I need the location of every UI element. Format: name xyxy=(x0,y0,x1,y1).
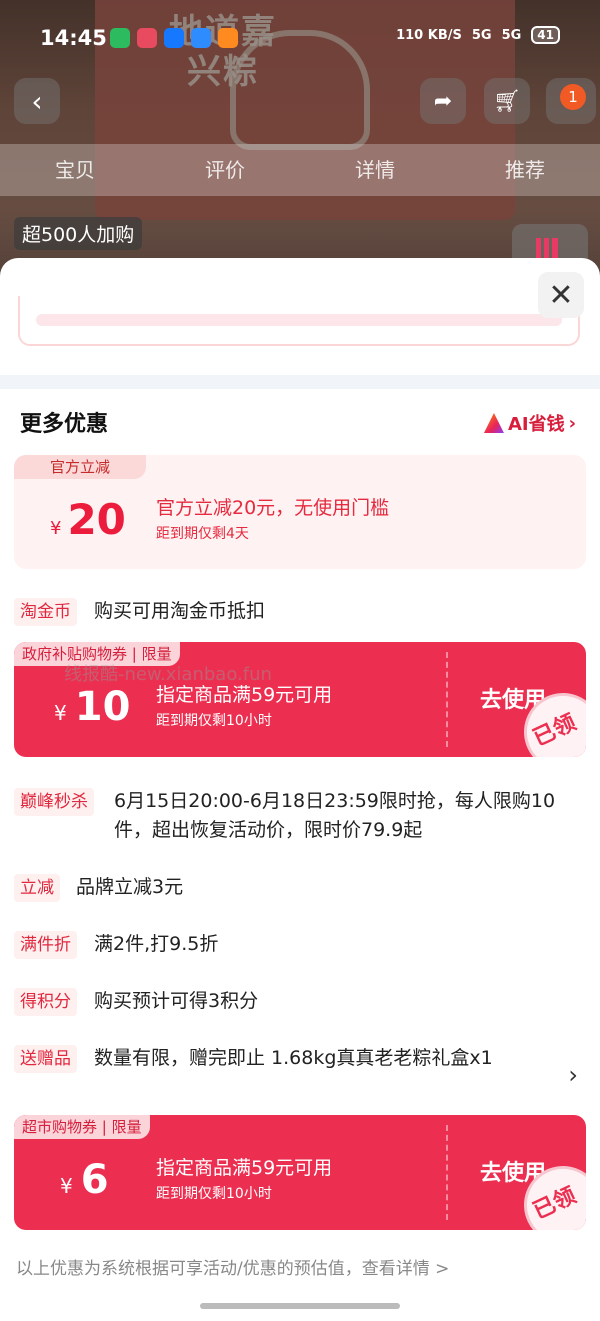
coupon-separator xyxy=(446,652,448,747)
coupon-separator xyxy=(446,1125,448,1220)
currency-symbol: ¥ xyxy=(50,518,62,539)
coupon-supermarket: 超市购物券 | 限量 ¥ 6 指定商品满59元可用 距到期仅剩10小时 去使用 … xyxy=(14,1115,586,1230)
offer-tag: 立减 xyxy=(14,874,60,902)
signal-5g-2: 5G xyxy=(501,27,522,43)
currency-symbol: ¥ xyxy=(60,1174,73,1198)
tab-reviews[interactable]: 评价 xyxy=(150,144,300,196)
product-tabs: 宝贝 评价 详情 推荐 xyxy=(0,144,600,196)
amount-value: 10 xyxy=(74,684,131,730)
official-reduction-tag: 官方立减 xyxy=(14,455,146,479)
offer-row-multi-discount: 满件折 满2件,打9.5折 xyxy=(14,931,586,961)
coupon-expiry: 距到期仅剩10小时 xyxy=(156,713,272,729)
app-icon xyxy=(110,28,130,48)
back-button[interactable]: ‹ xyxy=(14,78,60,124)
cart-count-badge: 1 xyxy=(560,84,586,110)
alipay-icon xyxy=(164,28,184,48)
offer-text: 6月15日20:00-6月18日23:59限时抢，每人限购10件，超出恢复活动价… xyxy=(114,790,556,841)
share-icon: ➦ xyxy=(433,88,453,114)
offer-text: 购买可用淘金币抵扣 xyxy=(94,600,266,622)
sound-bars-icon xyxy=(536,238,558,258)
signal-5g-1: 5G xyxy=(471,27,492,43)
top-nav: ‹ ➦ 🛒︎ · 1 xyxy=(0,78,600,126)
offer-row-flash-sale: 巅峰秒杀 6月15日20:00-6月18日23:59限时抢，每人限购10件，超出… xyxy=(14,788,586,848)
official-reduction-amount: ¥ 20 xyxy=(50,495,126,544)
app-icon xyxy=(218,28,238,48)
app-icon xyxy=(137,28,157,48)
chevron-right-icon: › xyxy=(568,412,576,434)
tab-recommend[interactable]: 推荐 xyxy=(450,144,600,196)
coupon-amount: ¥ 6 xyxy=(60,1157,109,1203)
coupon-tag: 超市购物券 | 限量 xyxy=(14,1115,150,1139)
section-divider xyxy=(0,375,600,389)
offer-tag: 淘金币 xyxy=(14,598,77,626)
tab-details[interactable]: 详情 xyxy=(300,144,450,196)
close-button[interactable]: ✕ xyxy=(538,272,584,318)
coupon-amount: ¥ 10 xyxy=(54,684,130,730)
offer-tag: 送赠品 xyxy=(14,1045,77,1073)
network-speed: 110 KB/S xyxy=(396,27,462,43)
currency-symbol: ¥ xyxy=(54,701,67,725)
notification-icons xyxy=(110,28,238,48)
close-icon: ✕ xyxy=(548,277,574,313)
background-product-page: 地道嘉兴粽 14:45 110 KB/S 5G 5G 41 ‹ ➦ 🛒︎ · 1… xyxy=(0,0,600,300)
previous-offer-card xyxy=(18,296,580,346)
offer-row-brand-reduction: 立减 品牌立减3元 xyxy=(14,874,586,904)
tab-baobei[interactable]: 宝贝 xyxy=(0,144,150,196)
cart-icon: 🛒︎ xyxy=(493,88,521,114)
amount-value: 6 xyxy=(80,1157,109,1203)
offer-tag: 巅峰秒杀 xyxy=(14,788,94,816)
home-indicator[interactable] xyxy=(200,1303,400,1309)
amount-value: 20 xyxy=(67,495,126,544)
ai-save-label: AI省钱 xyxy=(507,414,565,435)
offer-row-gift[interactable]: 送赠品 数量有限，赠完即止 1.68kg真真老老粽礼盒x1 › xyxy=(14,1045,586,1105)
offer-text: 品牌立减3元 xyxy=(76,876,184,898)
status-bar: 14:45 110 KB/S 5G 5G 41 xyxy=(0,20,600,60)
offer-text: 数量有限，赠完即止 1.68kg真真老老粽礼盒x1 xyxy=(94,1047,493,1069)
coupon-expiry: 距到期仅剩10小时 xyxy=(156,1186,272,1202)
more-offers-sheet: ✕ 更多优惠 AI省钱 › 官方立减 ¥ 20 官方立减20元，无使用门槛 距到… xyxy=(0,258,600,1321)
placeholder-bar xyxy=(36,314,562,326)
status-time: 14:45 xyxy=(40,26,107,50)
battery-icon: 41 xyxy=(531,26,560,44)
footer-disclaimer-link[interactable]: 以上优惠为系统根据可享活动/优惠的预估值，查看详情 > xyxy=(16,1254,449,1279)
official-reduction-expiry: 距到期仅剩4天 xyxy=(156,526,249,542)
ai-sparkle-icon xyxy=(483,413,504,433)
watermark-text: 线报酷-new.xianbao.fun xyxy=(64,664,272,685)
section-title: 更多优惠 xyxy=(20,412,109,437)
chevron-left-icon: ‹ xyxy=(31,84,43,118)
share-button[interactable]: ➦ xyxy=(420,78,466,124)
offer-text: 满2件,打9.5折 xyxy=(94,933,219,955)
official-reduction-desc: 官方立减20元，无使用门槛 xyxy=(156,497,390,519)
coupon-desc: 指定商品满59元可用 xyxy=(156,1157,333,1179)
status-indicators: 110 KB/S 5G 5G 41 xyxy=(396,26,560,44)
offer-tag: 满件折 xyxy=(14,931,77,959)
app-icon xyxy=(191,28,211,48)
official-reduction-card: 官方立减 ¥ 20 官方立减20元，无使用门槛 距到期仅剩4天 xyxy=(14,455,586,569)
cart-button[interactable]: 🛒︎ xyxy=(484,78,530,124)
chevron-right-icon: › xyxy=(568,1061,578,1089)
cart-count-pill: 超500人加购 xyxy=(14,217,143,250)
offer-row-points: 得积分 购买预计可得3积分 xyxy=(14,988,586,1018)
ai-save-link[interactable]: AI省钱 › xyxy=(483,410,576,436)
offer-tag: 得积分 xyxy=(14,988,77,1016)
offer-text: 购买预计可得3积分 xyxy=(94,990,259,1012)
offer-row-taojinbi: 淘金币 购买可用淘金币抵扣 xyxy=(14,598,586,628)
